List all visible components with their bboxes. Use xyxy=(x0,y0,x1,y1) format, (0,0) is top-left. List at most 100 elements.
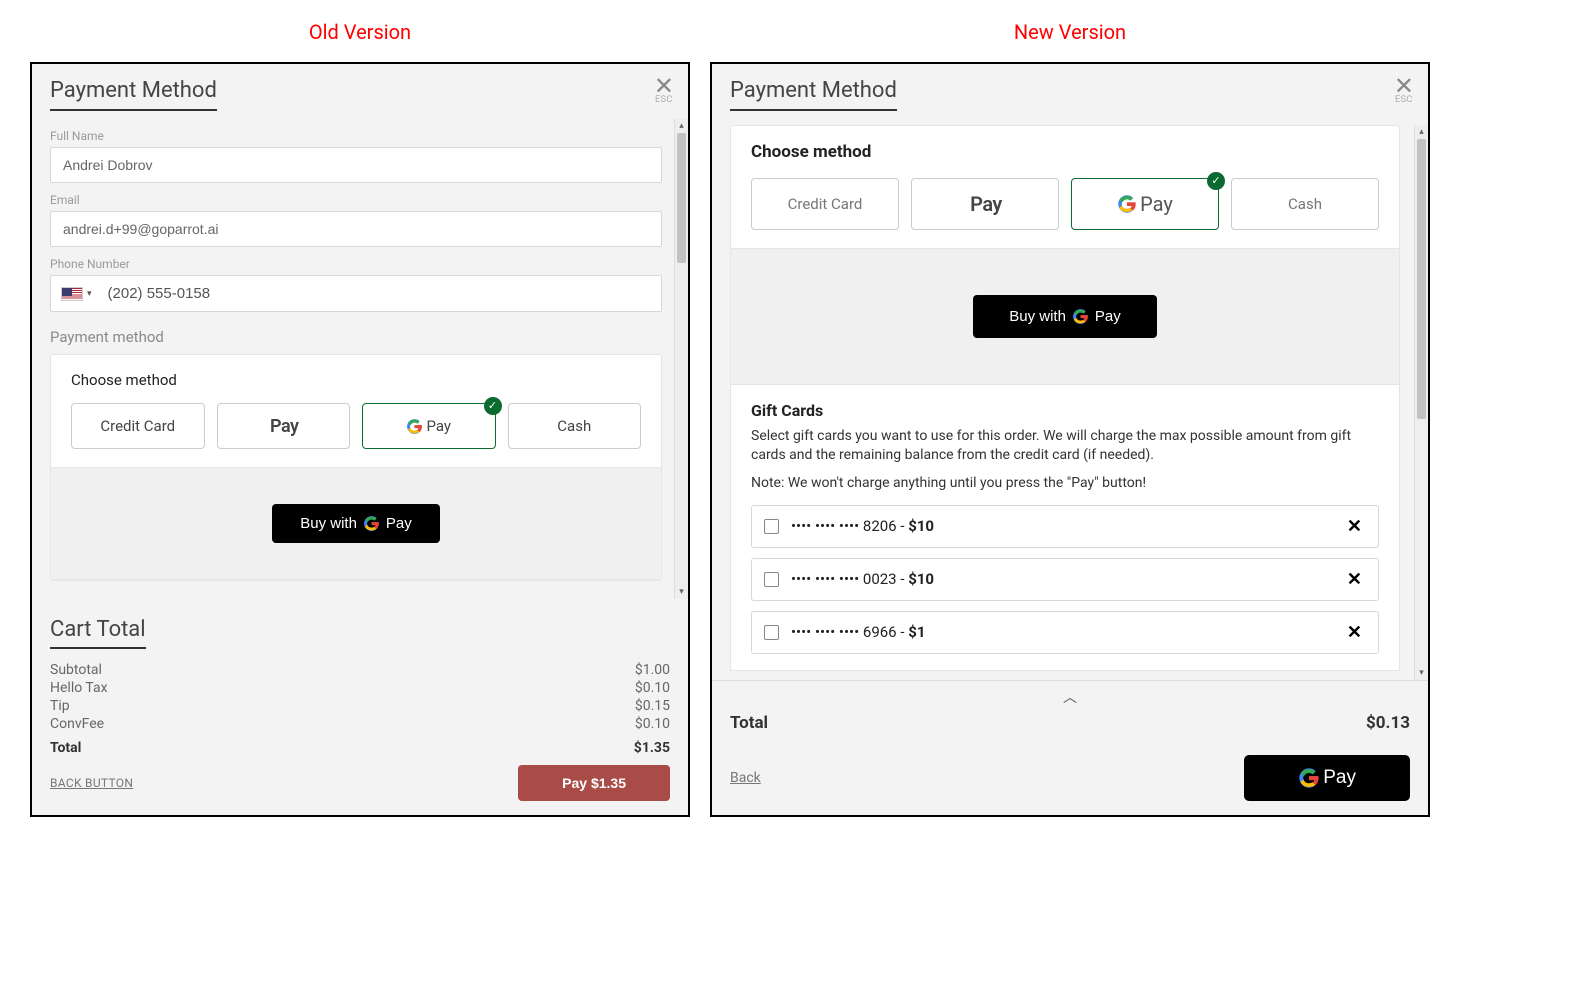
pay-button[interactable]: Pay $1.35 xyxy=(518,765,670,801)
email-input[interactable] xyxy=(50,211,662,247)
method-google-pay[interactable]: ✓ Pay xyxy=(1071,178,1219,230)
total-row: Total $1.35 xyxy=(50,739,670,757)
scroll-thumb[interactable] xyxy=(677,133,686,263)
method-cash[interactable]: Cash xyxy=(508,403,642,449)
scrollbar[interactable]: ▴ ▾ xyxy=(674,119,688,599)
check-icon: ✓ xyxy=(1207,172,1225,190)
old-version-label: Old Version xyxy=(309,20,411,44)
method-google-pay[interactable]: ✓ Pay xyxy=(362,403,496,449)
buy-with-label: Buy with xyxy=(1009,308,1066,325)
method-credit-label: Credit Card xyxy=(100,417,175,435)
cart-total-title: Cart Total xyxy=(50,617,146,649)
totals-list: Subtotal $1.00 Hello Tax $0.10 Tip $0.15… xyxy=(50,661,670,757)
check-icon: ✓ xyxy=(484,397,502,415)
gift-note: Note: We won't charge anything until you… xyxy=(751,475,1379,491)
gift-card-block: Gift Cards Select gift cards you want to… xyxy=(730,385,1400,671)
full-name-input[interactable] xyxy=(50,147,662,183)
google-g-icon xyxy=(1117,194,1137,214)
back-button-link[interactable]: BACK BUTTON xyxy=(50,776,133,790)
phone-input-row: ▾ xyxy=(50,275,662,312)
phone-label: Phone Number xyxy=(50,257,662,271)
full-name-label: Full Name xyxy=(50,129,662,143)
table-row: ConvFee $0.10 xyxy=(50,715,670,733)
remove-gift-card-icon[interactable]: ✕ xyxy=(1343,569,1366,590)
method-apple-pay[interactable]: Pay xyxy=(911,178,1059,230)
google-g-icon xyxy=(1072,308,1089,325)
method-google-label: Pay xyxy=(426,417,451,435)
gift-description: Select gift cards you want to use for th… xyxy=(751,427,1379,465)
line-label: Hello Tax xyxy=(50,680,108,696)
footer: ︿ Total $0.13 Back Pay xyxy=(712,680,1428,815)
choose-method-label: Choose method xyxy=(71,371,641,389)
back-link[interactable]: Back xyxy=(730,770,761,786)
new-version-label: New Version xyxy=(1014,20,1126,44)
method-credit-card[interactable]: Credit Card xyxy=(751,178,899,230)
gpay-pay-button[interactable]: Pay xyxy=(1244,755,1410,801)
chevron-up-icon: ︿ xyxy=(1063,690,1077,706)
gift-card-row: •••• •••• •••• 0023 - $10 ✕ xyxy=(751,558,1379,601)
buy-with-gpay-button[interactable]: Buy with Pay xyxy=(973,295,1157,338)
method-apple-label: Pay xyxy=(970,192,1002,216)
gift-card-amount: $10 xyxy=(908,517,934,535)
buy-with-gpay-button[interactable]: Buy with Pay xyxy=(272,504,440,543)
remove-gift-card-icon[interactable]: ✕ xyxy=(1343,622,1366,643)
scroll-down-icon[interactable]: ▾ xyxy=(675,585,688,599)
method-credit-card[interactable]: Credit Card xyxy=(71,403,205,449)
method-apple-pay[interactable]: Pay xyxy=(217,403,351,449)
scroll-up-icon[interactable]: ▴ xyxy=(675,119,688,133)
scrollbar[interactable]: ▴ ▾ xyxy=(1414,125,1428,680)
gpay-word: Pay xyxy=(386,515,412,532)
method-cash-label: Cash xyxy=(1288,195,1322,213)
scroll-thumb[interactable] xyxy=(1417,139,1426,419)
close-button[interactable]: ✕ ESC xyxy=(654,74,674,105)
scroll-down-icon[interactable]: ▾ xyxy=(1415,666,1428,680)
method-apple-label: Pay xyxy=(270,416,298,437)
line-label: ConvFee xyxy=(50,716,104,732)
close-button[interactable]: ✕ ESC xyxy=(1394,74,1414,105)
expand-totals-toggle[interactable]: ︿ xyxy=(730,687,1410,707)
line-label: Tip xyxy=(50,698,70,714)
line-value: $0.10 xyxy=(635,680,670,696)
choose-method-card: Choose method Credit Card Pay ✓ xyxy=(50,354,662,581)
gpay-word: Pay xyxy=(1095,308,1121,325)
gift-card-amount: $1 xyxy=(908,623,925,641)
line-value: $0.10 xyxy=(635,716,670,732)
google-g-icon xyxy=(406,418,423,435)
method-cash[interactable]: Cash xyxy=(1231,178,1379,230)
close-hint: ESC xyxy=(654,96,674,105)
phone-input[interactable] xyxy=(98,276,661,311)
buy-with-label: Buy with xyxy=(300,515,357,532)
table-row: Tip $0.15 xyxy=(50,697,670,715)
line-label: Subtotal xyxy=(50,662,102,678)
total-label: Total xyxy=(50,740,81,756)
gift-card-checkbox[interactable] xyxy=(764,572,779,587)
total-value: $1.35 xyxy=(634,740,670,756)
gift-card-masked: •••• •••• •••• 8206 xyxy=(791,517,897,535)
chevron-down-icon: ▾ xyxy=(87,289,92,299)
method-credit-label: Credit Card xyxy=(788,195,863,213)
remove-gift-card-icon[interactable]: ✕ xyxy=(1343,516,1366,537)
choose-method-card: Choose method Credit Card Pay ✓ xyxy=(730,125,1400,249)
gift-card-masked: •••• •••• •••• 6966 xyxy=(791,623,897,641)
close-hint: ESC xyxy=(1394,96,1414,105)
scroll-up-icon[interactable]: ▴ xyxy=(1415,125,1428,139)
method-cash-label: Cash xyxy=(557,417,591,435)
panel-title: Payment Method xyxy=(50,78,217,111)
gift-card-row: •••• •••• •••• 6966 - $1 ✕ xyxy=(751,611,1379,654)
choose-method-label: Choose method xyxy=(751,142,1379,162)
gift-card-row: •••• •••• •••• 8206 - $10 ✕ xyxy=(751,505,1379,548)
line-value: $1.00 xyxy=(635,662,670,678)
method-google-label: Pay xyxy=(1140,192,1173,216)
line-value: $0.15 xyxy=(635,698,670,714)
gift-card-checkbox[interactable] xyxy=(764,625,779,640)
country-flag-selector[interactable]: ▾ xyxy=(51,279,98,309)
gift-card-amount: $10 xyxy=(908,570,934,588)
new-version-column: New Version Payment Method ✕ ESC ▴ ▾ Cho… xyxy=(710,20,1430,817)
table-row: Subtotal $1.00 xyxy=(50,661,670,679)
gift-card-masked: •••• •••• •••• 0023 xyxy=(791,570,897,588)
gift-card-checkbox[interactable] xyxy=(764,519,779,534)
total-value: $0.13 xyxy=(1366,713,1410,733)
email-label: Email xyxy=(50,193,662,207)
google-g-icon xyxy=(363,515,380,532)
old-panel: Payment Method ✕ ESC ▴ ▾ Full Name Email xyxy=(30,62,690,817)
